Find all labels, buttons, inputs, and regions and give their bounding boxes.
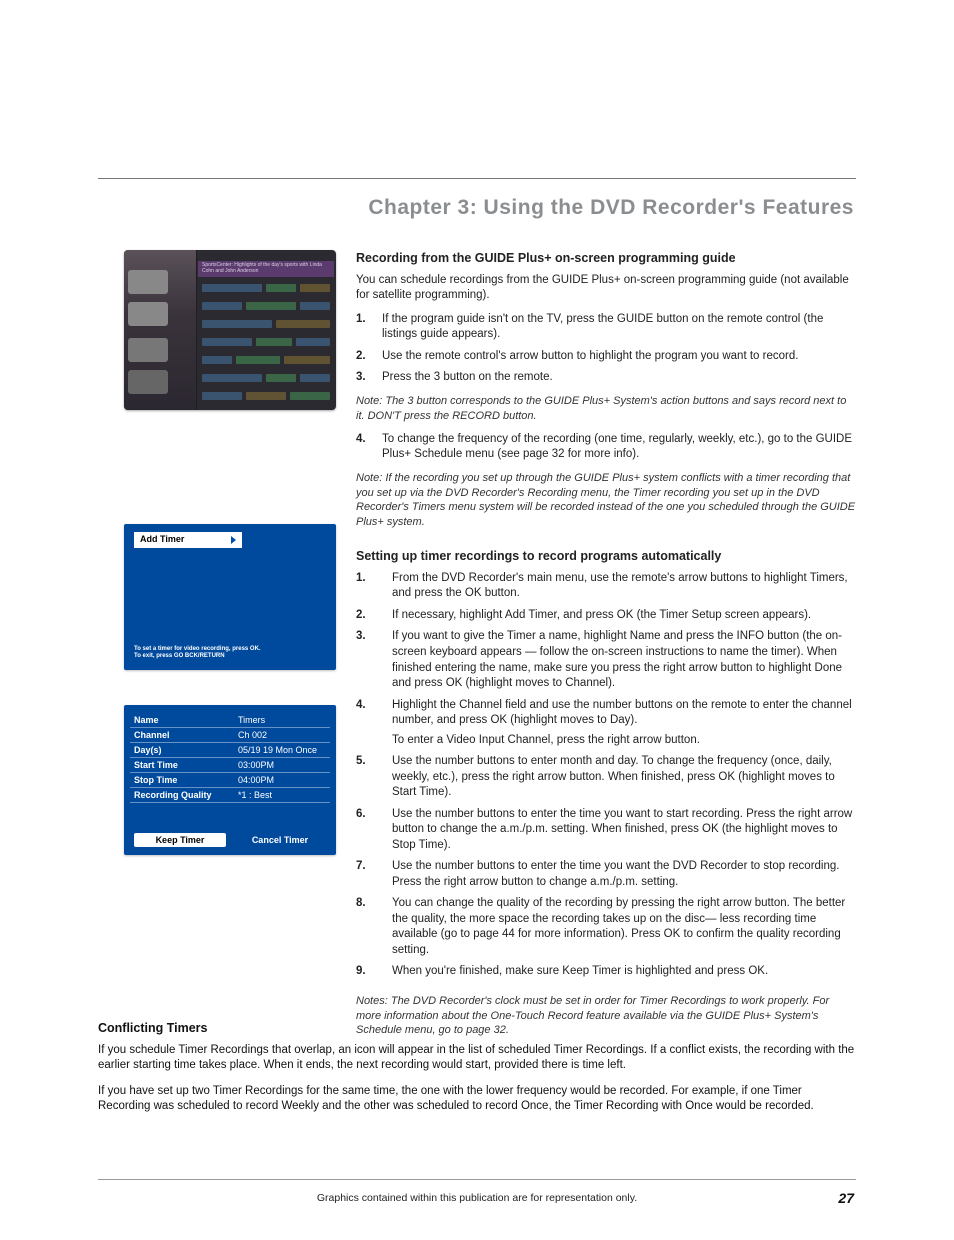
section2-step: You can change the quality of the record…: [356, 896, 856, 958]
section2-step: Use the number buttons to enter the time…: [356, 859, 856, 890]
figure-guide-thumb: [128, 302, 168, 326]
figure-timer-setup: NameTimers ChannelCh 002 Day(s)05/19 19 …: [124, 705, 336, 855]
figure-guide-thumb: [128, 338, 168, 362]
figure-keep-timer-button: Keep Timer: [134, 833, 226, 847]
rule-bottom: [98, 1179, 856, 1180]
figure-hint-line: To exit, press GO BCK/RETURN: [134, 653, 225, 659]
section1-steps: If the program guide isn't on the TV, pr…: [356, 312, 856, 386]
section2-heading: Setting up timer recordings to record pr…: [356, 548, 856, 565]
figure-guide-rightgrid: [198, 254, 334, 406]
section2-step: If you want to give the Timer a name, hi…: [356, 629, 856, 691]
section1-intro: You can schedule recordings from the GUI…: [356, 273, 856, 304]
section2-step: Use the number buttons to enter month an…: [356, 754, 856, 801]
figure-hint-line: To set a timer for video recording, pres…: [134, 646, 261, 652]
section1-step: To change the frequency of the recording…: [356, 432, 856, 463]
rule-top: [98, 178, 856, 179]
section2-steps: From the DVD Recorder's main menu, use t…: [356, 571, 856, 980]
figure-cancel-timer-button: Cancel Timer: [234, 833, 326, 847]
figure-guide-grid: SportsCenter: Highlights of the day's sp…: [124, 250, 336, 410]
section3-p2: If you have set up two Timer Recordings …: [98, 1084, 856, 1115]
section2-step-sub: To enter a Video Input Channel, press th…: [392, 733, 856, 749]
section1-steps-cont: To change the frequency of the recording…: [356, 432, 856, 463]
page-number: 27: [838, 1190, 854, 1206]
figure-timer-table: NameTimers ChannelCh 002 Day(s)05/19 19 …: [130, 713, 330, 803]
section2-step: From the DVD Recorder's main menu, use t…: [356, 571, 856, 602]
footer-text: Graphics contained within this publicati…: [98, 1192, 856, 1204]
section1-note: Note: The 3 button corresponds to the GU…: [356, 394, 856, 424]
figure-guide-thumb: [128, 270, 168, 294]
section3-heading: Conflicting Timers: [98, 1020, 856, 1037]
section2-step: Use the number buttons to enter the time…: [356, 807, 856, 854]
chapter-title: Chapter 3: Using the DVD Recorder's Feat…: [300, 196, 854, 220]
section3-p1: If you schedule Timer Recordings that ov…: [98, 1043, 856, 1074]
section1-step: If the program guide isn't on the TV, pr…: [356, 312, 856, 343]
section2-step-text: Highlight the Channel field and use the …: [392, 699, 852, 727]
figure-add-timer-hint: To set a timer for video recording, pres…: [134, 646, 261, 660]
section1-heading: Recording from the GUIDE Plus+ on-screen…: [356, 250, 856, 267]
section2-step: Highlight the Channel field and use the …: [356, 698, 856, 749]
figure-add-timer: Add Timer To set a timer for video recor…: [124, 524, 336, 670]
section1-step: Press the 3 button on the remote.: [356, 370, 856, 386]
conflicting-timers-section: Conflicting Timers If you schedule Timer…: [98, 1020, 856, 1125]
figure-add-timer-item: Add Timer: [134, 532, 242, 548]
section2-step: When you're finished, make sure Keep Tim…: [356, 964, 856, 980]
figure-guide-thumb: [128, 370, 168, 394]
section2-step: If necessary, highlight Add Timer, and p…: [356, 608, 856, 624]
main-column: Recording from the GUIDE Plus+ on-screen…: [356, 250, 856, 1046]
section1-step: Use the remote control's arrow button to…: [356, 349, 856, 365]
section1-note: Note: If the recording you set up throug…: [356, 471, 856, 530]
